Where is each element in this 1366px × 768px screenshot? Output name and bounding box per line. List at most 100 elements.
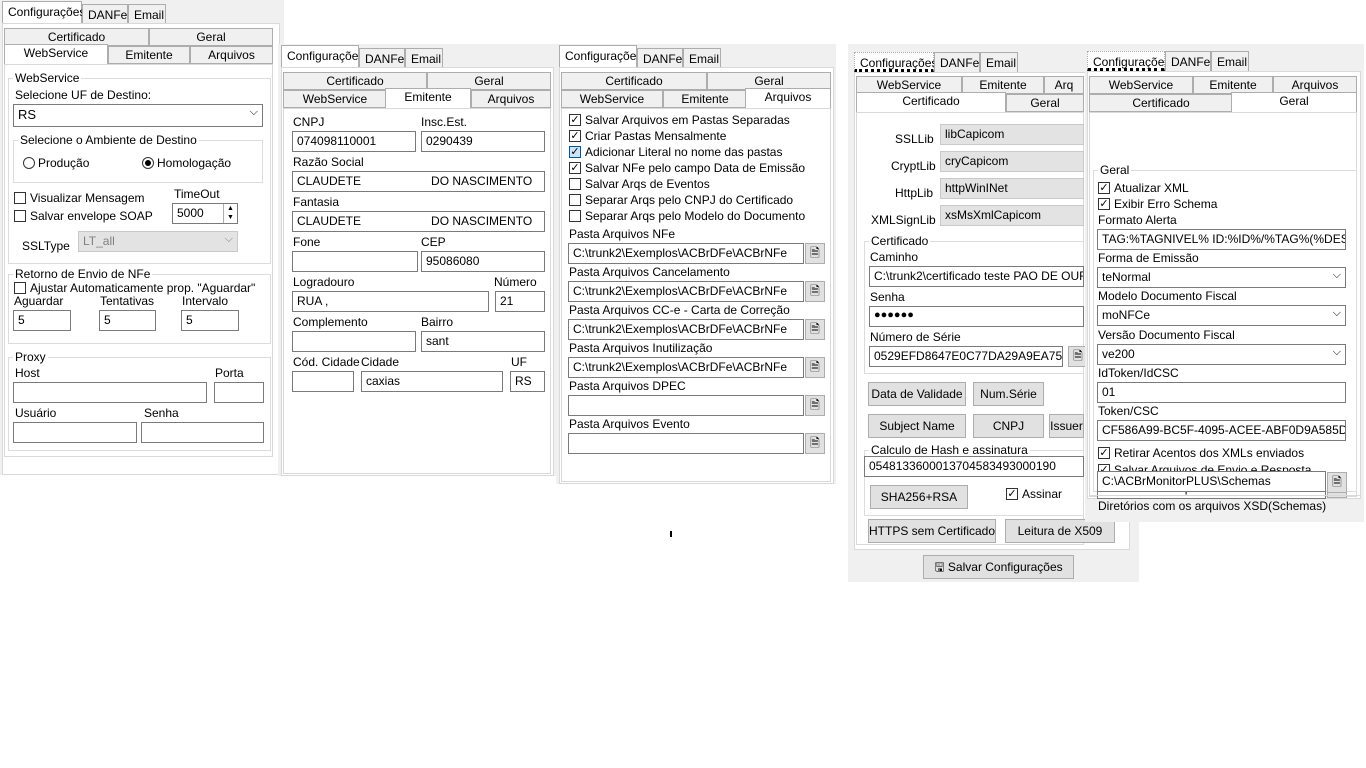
cidade-input[interactable]: caxias bbox=[361, 371, 503, 392]
formato-input[interactable]: TAG:%TAGNIVEL% ID:%ID%/%TAG%(%DESCRICAO%… bbox=[1097, 229, 1346, 250]
cnpj-input[interactable]: 074098110001 bbox=[292, 131, 416, 152]
folder-browse-button[interactable]: 🗎 bbox=[805, 281, 825, 302]
folder-browse-button[interactable]: 🗎 bbox=[805, 319, 825, 340]
homologacao-radio[interactable] bbox=[142, 157, 154, 169]
subtab-geral[interactable]: Geral bbox=[1231, 92, 1357, 113]
tab-configuracoes[interactable]: Configurações bbox=[854, 52, 937, 72]
path-input-0[interactable]: C:\trunk2\Exemplos\ACBrDFe\ACBrNFe bbox=[568, 243, 804, 264]
versao-select[interactable]: ve200 ⌵ bbox=[1097, 344, 1346, 365]
modelo-select[interactable]: moNFCe ⌵ bbox=[1097, 305, 1346, 326]
leitura-x509-button[interactable]: Leitura de X509 bbox=[1005, 519, 1115, 543]
subtab-webservice[interactable]: WebService bbox=[283, 90, 387, 108]
tab-email[interactable]: Email bbox=[405, 48, 443, 68]
path-input-3[interactable]: C:\trunk2\Exemplos\ACBrDFe\ACBrNFe bbox=[568, 357, 804, 378]
subtab-emitente[interactable]: Emitente bbox=[385, 88, 471, 109]
subtab-webservice[interactable]: WebService bbox=[1089, 76, 1193, 94]
tab-configuracoes[interactable]: Configurações bbox=[281, 45, 364, 68]
subject-name-button[interactable]: Subject Name bbox=[868, 414, 966, 438]
numero-input[interactable]: 21 bbox=[495, 291, 545, 312]
subtab-geral[interactable]: Geral bbox=[149, 28, 273, 46]
data-validade-button[interactable]: Data de Validade bbox=[868, 382, 966, 406]
tab-danfe[interactable]: DANFe bbox=[359, 48, 405, 68]
subtab-emitente[interactable]: Emitente bbox=[663, 90, 747, 108]
forma-select[interactable]: teNormal ⌵ bbox=[1097, 267, 1346, 288]
intervalo-input[interactable]: 5 bbox=[181, 310, 239, 331]
ssltype-select[interactable]: LT_all ⌵ bbox=[78, 231, 238, 252]
check-box-0[interactable]: ✓ bbox=[569, 114, 581, 126]
tab-configuracoes[interactable]: Configurações bbox=[2, 1, 85, 24]
retirar-acentos-checkbox[interactable]: ✓ bbox=[1098, 447, 1110, 459]
subtab-geral[interactable]: Geral bbox=[1006, 94, 1084, 112]
tab-email[interactable]: Email bbox=[683, 48, 721, 68]
https-sem-certificado-button[interactable]: HTTPS sem Certificado bbox=[868, 519, 996, 543]
cnpj-button[interactable]: CNPJ bbox=[973, 414, 1044, 438]
host-input[interactable] bbox=[13, 382, 207, 403]
check-box-2[interactable]: ✓ bbox=[569, 146, 581, 158]
subtab-emitente[interactable]: Emitente bbox=[108, 46, 190, 64]
tab-danfe[interactable]: DANFe bbox=[637, 48, 683, 68]
uf-select[interactable]: RS ⌵ bbox=[13, 104, 263, 127]
timeout-input[interactable]: 5000 ▲ ▼ bbox=[172, 203, 238, 224]
uf-input[interactable]: RS bbox=[510, 371, 545, 392]
path-input-1[interactable]: C:\trunk2\Exemplos\ACBrDFe\ACBrNFe bbox=[568, 281, 804, 302]
tentativas-input[interactable]: 5 bbox=[99, 310, 156, 331]
senha-input[interactable] bbox=[141, 422, 264, 443]
exibir-erro-checkbox[interactable]: ✓ bbox=[1098, 198, 1110, 210]
caminho-input[interactable]: C:\trunk2\certificado teste PAO DE OURO\ bbox=[869, 266, 1084, 287]
logradouro-input[interactable]: RUA , bbox=[292, 291, 489, 312]
subtab-arquivos[interactable]: Arq bbox=[1044, 76, 1084, 94]
folder-browse-button[interactable]: 🗎 bbox=[1327, 472, 1347, 493]
subtab-certificado[interactable]: Certificado bbox=[561, 72, 707, 90]
token-input[interactable]: CF586A99-BC5F-4095-ACEE-ABF0D9A585D9 bbox=[1097, 420, 1346, 441]
ajustar-checkbox[interactable] bbox=[14, 282, 26, 294]
folder-browse-button[interactable]: 🗎 bbox=[805, 433, 825, 454]
aguardar-input[interactable]: 5 bbox=[13, 310, 71, 331]
subtab-certificado[interactable]: Certificado bbox=[856, 92, 1006, 113]
assinar-checkbox[interactable]: ✓ bbox=[1006, 488, 1018, 500]
path-input-5[interactable] bbox=[568, 433, 804, 454]
subtab-arquivos[interactable]: Arquivos bbox=[471, 90, 551, 108]
razao-input[interactable]: CLAUDETE DO NASCIMENTO bbox=[292, 171, 545, 192]
spin-arrows-icon[interactable]: ▲ ▼ bbox=[223, 204, 237, 223]
tab-configuracoes[interactable]: Configurações bbox=[559, 45, 642, 68]
xsd-path-input[interactable]: C:\ACBrMonitorPLUS\Schemas bbox=[1097, 471, 1326, 492]
tab-danfe[interactable]: DANFe bbox=[1165, 51, 1211, 71]
serie-input[interactable]: 0529EFD8647E0C77DA29A9EA7548FF bbox=[869, 346, 1063, 367]
complemento-input[interactable] bbox=[292, 331, 416, 352]
folder-browse-button[interactable]: 🗎 bbox=[805, 357, 825, 378]
subtab-webservice[interactable]: WebService bbox=[4, 44, 108, 65]
issuer-button[interactable]: Issuer bbox=[1049, 414, 1084, 438]
cep-input[interactable]: 95086080 bbox=[421, 251, 545, 272]
folder-browse-button[interactable]: 🗎 bbox=[805, 395, 825, 416]
path-input-2[interactable]: C:\trunk2\Exemplos\ACBrDFe\ACBrNFe bbox=[568, 319, 804, 340]
tab-danfe[interactable]: DANFe bbox=[82, 4, 128, 24]
idtoken-input[interactable]: 01 bbox=[1097, 382, 1346, 403]
porta-input[interactable] bbox=[214, 382, 264, 403]
tab-email[interactable]: Email bbox=[128, 4, 166, 24]
senha-input[interactable]: ●●●●●● bbox=[869, 306, 1084, 327]
check-box-4[interactable] bbox=[569, 178, 581, 190]
atualizar-xml-checkbox[interactable]: ✓ bbox=[1098, 182, 1110, 194]
check-box-6[interactable] bbox=[569, 210, 581, 222]
httplib-select[interactable]: httpWinINet bbox=[940, 178, 1084, 199]
check-box-1[interactable]: ✓ bbox=[569, 130, 581, 142]
tab-email[interactable]: Email bbox=[1211, 51, 1249, 71]
subtab-arquivos[interactable]: Arquivos bbox=[190, 46, 273, 64]
fantasia-input[interactable]: CLAUDETE DO NASCIMENTO bbox=[292, 211, 545, 232]
visualizar-checkbox[interactable] bbox=[14, 192, 26, 204]
usuario-input[interactable] bbox=[13, 422, 137, 443]
producao-radio[interactable] bbox=[23, 157, 35, 169]
path-input-4[interactable] bbox=[568, 395, 804, 416]
check-box-5[interactable] bbox=[569, 194, 581, 206]
tab-configuracoes[interactable]: Configurações bbox=[1087, 51, 1170, 71]
subtab-webservice[interactable]: WebService bbox=[561, 90, 663, 108]
bairro-input[interactable]: sant bbox=[421, 331, 545, 352]
salvar-soap-checkbox[interactable] bbox=[14, 210, 26, 222]
ssllib-select[interactable]: libCapicom bbox=[940, 124, 1084, 145]
folder-browse-button[interactable]: 🗎 bbox=[805, 243, 825, 264]
tab-danfe[interactable]: DANFe bbox=[934, 52, 980, 72]
cryptlib-select[interactable]: cryCapicom bbox=[940, 151, 1084, 172]
fone-input[interactable] bbox=[292, 251, 418, 272]
xmlsign-select[interactable]: xsMsXmlCapicom bbox=[940, 205, 1084, 226]
tab-email[interactable]: Email bbox=[980, 52, 1018, 72]
